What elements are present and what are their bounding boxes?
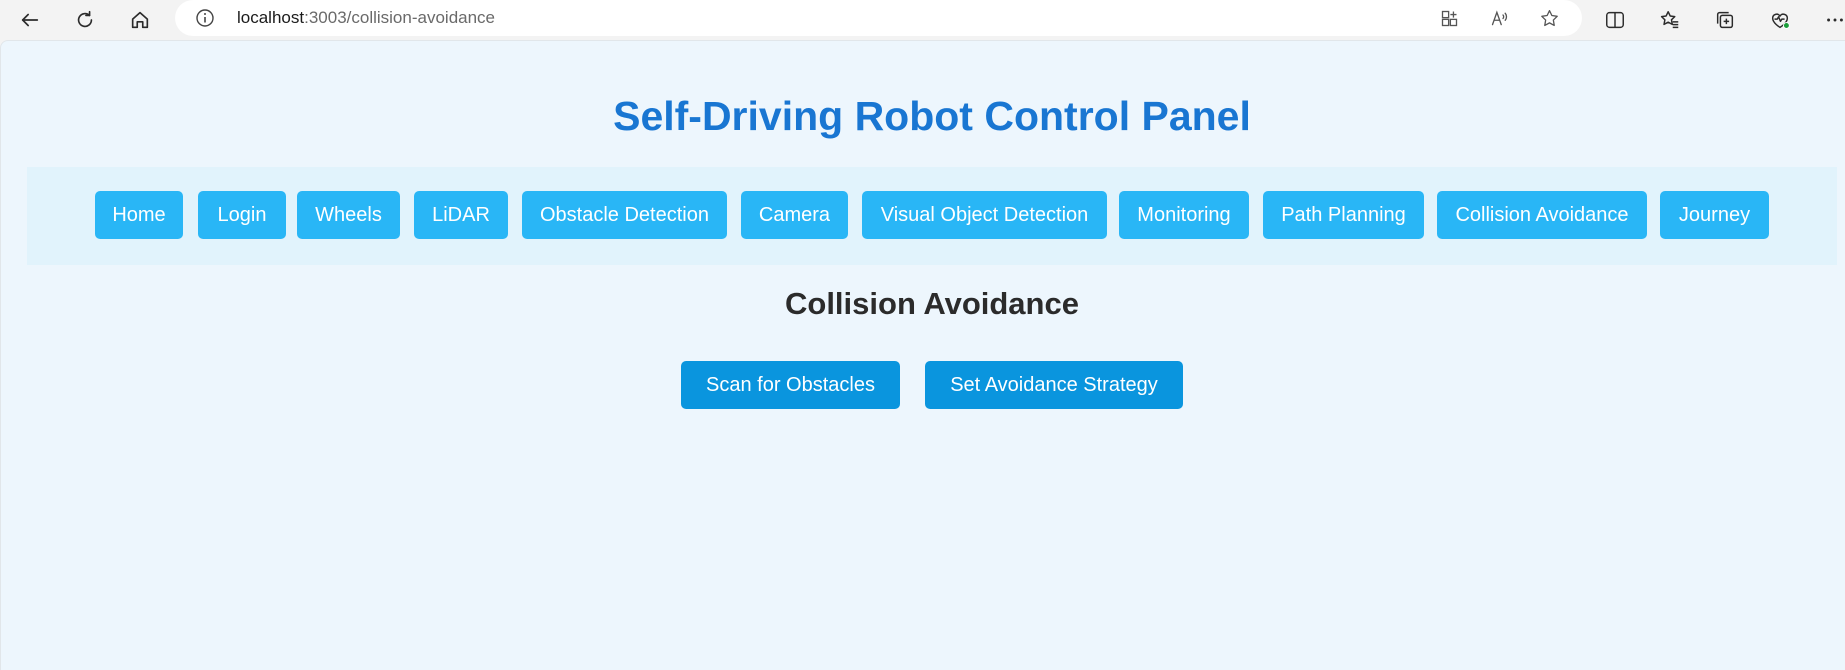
nav-journey-button[interactable]: Journey (1660, 191, 1769, 239)
page-viewport: Self-Driving Robot Control Panel Home Lo… (0, 40, 1845, 670)
home-icon[interactable] (123, 3, 157, 37)
main-navbar: Home Login Wheels LiDAR Obstacle Detecti… (27, 167, 1837, 265)
favorite-star-icon[interactable] (1535, 4, 1563, 32)
nav-path-planning-button[interactable]: Path Planning (1263, 191, 1424, 239)
url-host: localhost (237, 8, 305, 27)
page-title: Self-Driving Robot Control Panel (613, 93, 1251, 139)
read-aloud-icon[interactable] (1485, 4, 1513, 32)
nav-lidar-button[interactable]: LiDAR (414, 191, 508, 239)
more-options-icon[interactable] (1818, 3, 1845, 37)
nav-camera-button[interactable]: Camera (741, 191, 848, 239)
nav-visual-object-detection-button[interactable]: Visual Object Detection (862, 191, 1107, 239)
nav-login-button[interactable]: Login (198, 191, 286, 239)
back-arrow-icon[interactable] (13, 3, 47, 37)
nav-home-button[interactable]: Home (95, 191, 183, 239)
scan-for-obstacles-button[interactable]: Scan for Obstacles (681, 361, 900, 409)
browser-toolbar: localhost:3003/collision-avoidance (0, 0, 1845, 40)
browser-essentials-icon[interactable] (1763, 3, 1797, 37)
nav-wheels-button[interactable]: Wheels (297, 191, 400, 239)
nav-obstacle-detection-button[interactable]: Obstacle Detection (522, 191, 727, 239)
nav-monitoring-button[interactable]: Monitoring (1119, 191, 1249, 239)
url-text[interactable]: localhost:3003/collision-avoidance (237, 8, 495, 28)
collections-icon[interactable] (1708, 3, 1742, 37)
apps-icon[interactable] (1435, 4, 1463, 32)
refresh-icon[interactable] (68, 3, 102, 37)
section-title: Collision Avoidance (785, 286, 1079, 321)
nav-collision-avoidance-button[interactable]: Collision Avoidance (1437, 191, 1647, 239)
set-avoidance-strategy-button[interactable]: Set Avoidance Strategy (925, 361, 1183, 409)
split-screen-icon[interactable] (1598, 3, 1632, 37)
site-info-icon[interactable] (195, 8, 215, 28)
address-bar[interactable]: localhost:3003/collision-avoidance (175, 0, 1582, 36)
favorites-icon[interactable] (1653, 3, 1687, 37)
url-path: :3003/collision-avoidance (304, 8, 496, 27)
